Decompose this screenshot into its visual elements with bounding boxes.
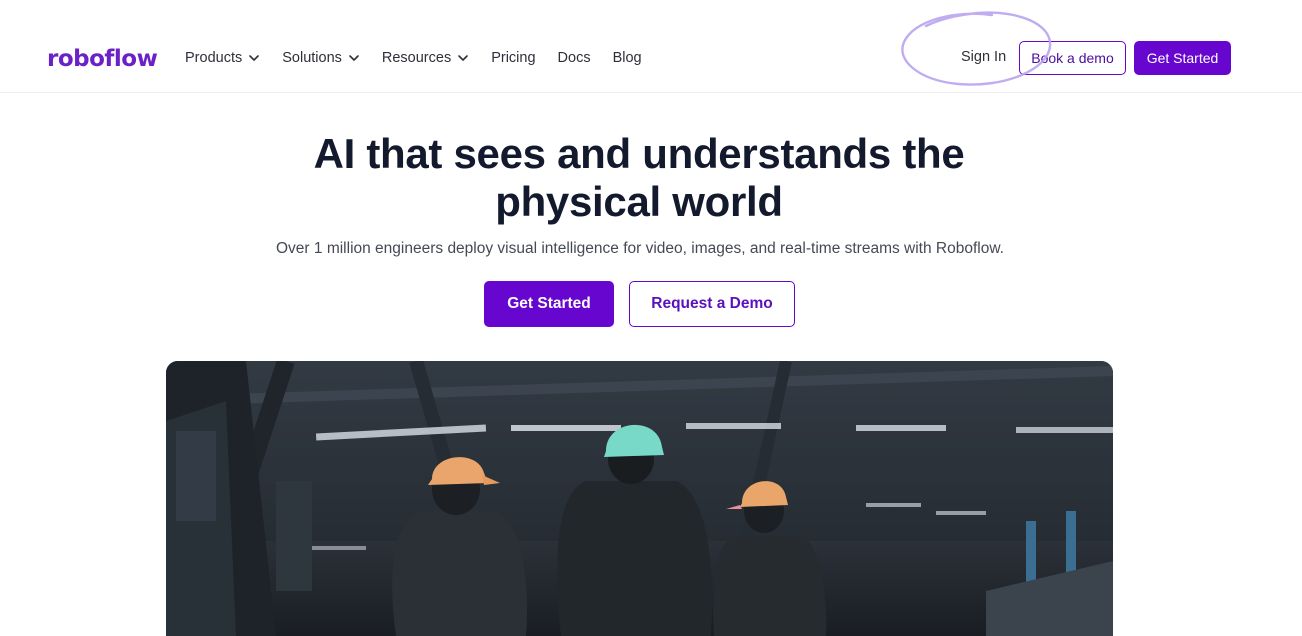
book-demo-button[interactable]: Book a demo [1019,41,1126,75]
chevron-down-icon [457,52,469,64]
nav-resources-label: Resources [381,50,452,66]
header-get-started-button[interactable]: Get Started [1134,41,1231,75]
nav-docs[interactable]: Docs [558,50,591,66]
hero-video[interactable] [166,361,1113,636]
nav-blog[interactable]: Blog [613,50,642,66]
nav-products[interactable]: Products [185,50,260,66]
hero-title-line-2: physical world [495,178,783,225]
nav-products-label: Products [185,50,243,66]
nav-resources[interactable]: Resources [382,50,469,66]
hero-get-started-button[interactable]: Get Started [484,281,614,327]
main-nav: Products Solutions Resources Pricing Doc… [185,47,664,69]
roboflow-logo[interactable]: roboflow [47,44,158,74]
hero-subtitle: Over 1 million engineers deploy visual i… [276,240,1004,257]
sign-in-link[interactable]: Sign In [961,49,1006,65]
nav-pricing[interactable]: Pricing [491,50,535,66]
hero-title: AI that sees and understands the physica… [251,130,1027,226]
request-demo-button[interactable]: Request a Demo [629,281,795,327]
site-header: roboflow Products Solutions Resources Pr… [0,0,1302,93]
chevron-down-icon [248,52,260,64]
warehouse-scene [166,361,1113,636]
nav-solutions[interactable]: Solutions [282,50,360,66]
nav-solutions-label: Solutions [282,50,342,66]
chevron-down-icon [348,52,360,64]
hero-title-line-1: AI that sees and understands the [313,130,965,177]
